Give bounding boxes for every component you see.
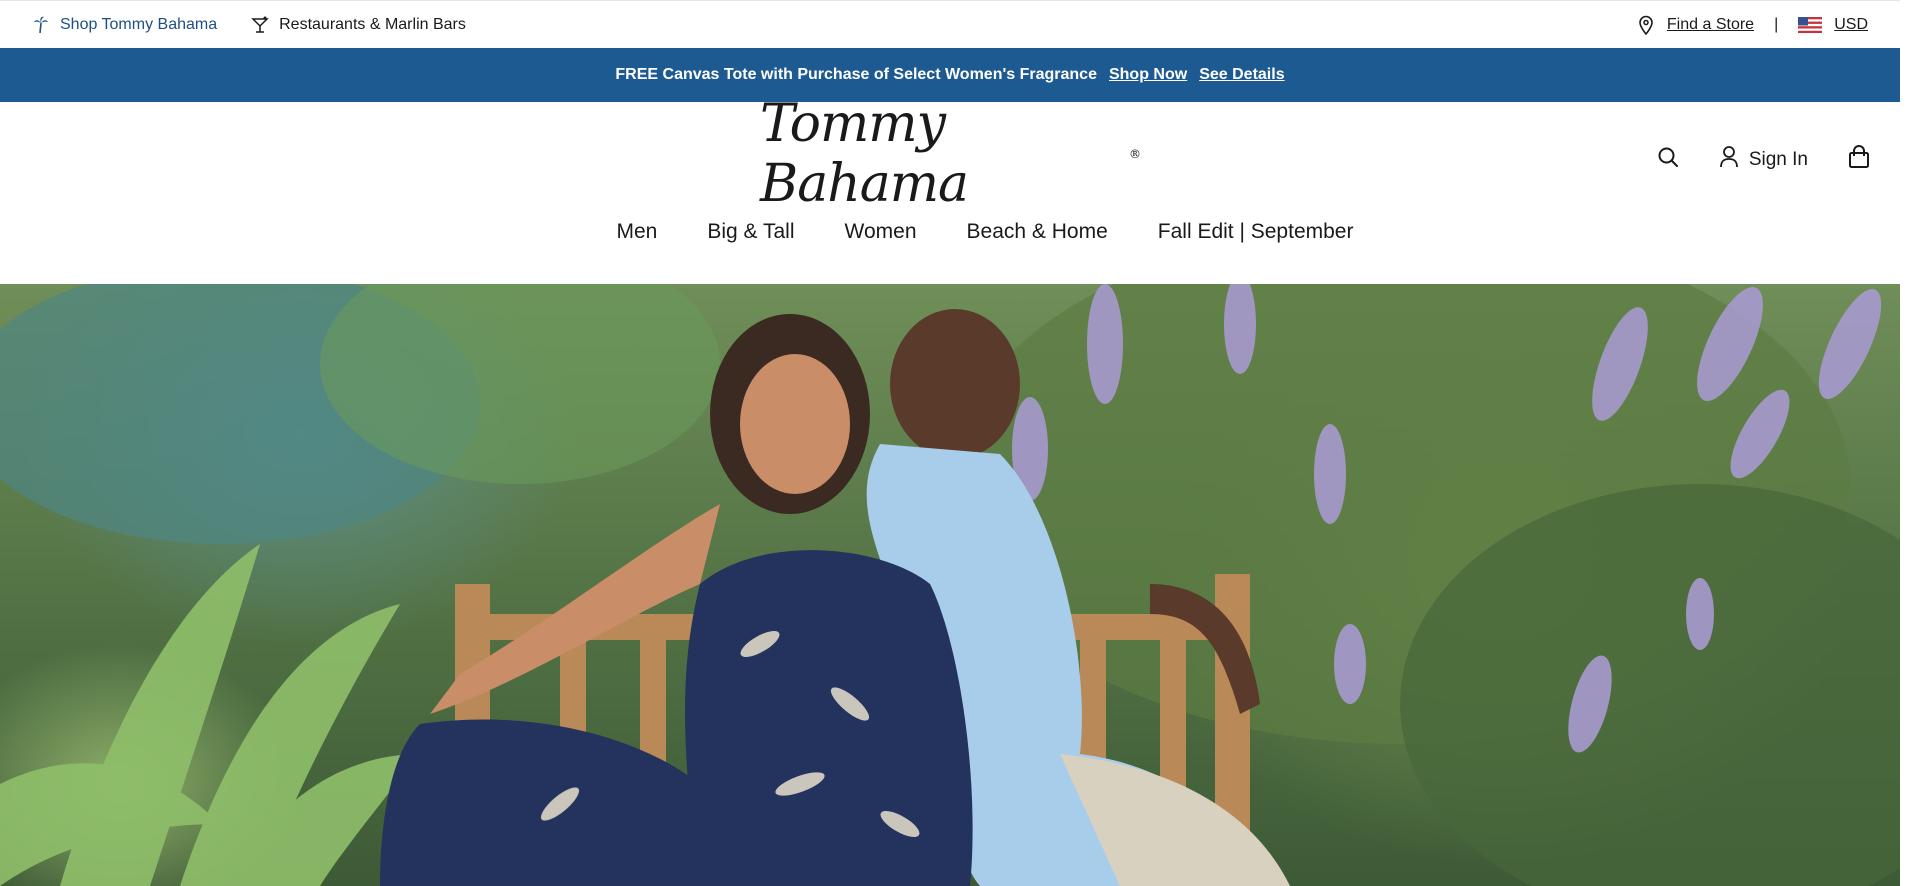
header-actions: Sign In <box>1657 142 1870 178</box>
logo-registered-mark: ® <box>1129 147 1141 161</box>
promo-shop-now-link[interactable]: Shop Now <box>1109 66 1187 84</box>
restaurants-label: Restaurants & Marlin Bars <box>279 16 466 33</box>
utility-left: Shop Tommy Bahama Restaurants & Marlin B… <box>32 1 466 49</box>
nav-item-men[interactable]: Men <box>617 220 658 244</box>
sign-in-label: Sign In <box>1748 149 1808 170</box>
search-button[interactable] <box>1657 146 1679 174</box>
location-pin-icon <box>1637 15 1655 35</box>
find-store-link[interactable]: Find a Store <box>1667 16 1754 34</box>
restaurants-link[interactable]: Restaurants & Marlin Bars <box>251 15 466 35</box>
utility-right: Find a Store | USD <box>1637 1 1868 49</box>
shop-tommy-bahama-link[interactable]: Shop Tommy Bahama <box>32 15 217 35</box>
nav-item-beach-home[interactable]: Beach & Home <box>967 220 1108 244</box>
shopping-bag-icon <box>1848 145 1870 175</box>
nav-item-fall-edit[interactable]: Fall Edit | September <box>1158 220 1354 244</box>
main-nav: Men Big & Tall Women Beach & Home Fall E… <box>0 202 1900 262</box>
hero-illustration <box>0 284 1900 886</box>
page: Shop Tommy Bahama Restaurants & Marlin B… <box>0 0 1900 886</box>
cart-button[interactable] <box>1848 145 1870 175</box>
sign-in-button[interactable]: Sign In <box>1719 145 1808 175</box>
utility-bar: Shop Tommy Bahama Restaurants & Marlin B… <box>0 0 1900 48</box>
tommy-bahama-logo[interactable]: Tommy Bahama ® <box>760 94 1141 214</box>
shop-tommy-bahama-label: Shop Tommy Bahama <box>60 16 218 33</box>
nav-item-big-tall[interactable]: Big & Tall <box>707 220 794 244</box>
currency-selector[interactable]: USD <box>1834 16 1868 34</box>
us-flag-icon <box>1798 15 1823 35</box>
search-icon <box>1657 146 1679 174</box>
site-header: Tommy Bahama ® Sign In Men Big & Tall Wo… <box>0 94 1900 284</box>
promo-see-details-link[interactable]: See Details <box>1199 66 1284 84</box>
scrollbar-gutter <box>1900 0 1920 886</box>
account-icon <box>1719 145 1739 175</box>
nav-item-women[interactable]: Women <box>845 220 917 244</box>
promo-text: FREE Canvas Tote with Purchase of Select… <box>615 66 1097 83</box>
cocktail-icon <box>251 15 269 35</box>
palm-tree-icon <box>32 15 50 35</box>
utility-separator: | <box>1774 16 1779 33</box>
logo-text: Tommy Bahama <box>760 94 969 214</box>
hero-image[interactable] <box>0 284 1900 886</box>
